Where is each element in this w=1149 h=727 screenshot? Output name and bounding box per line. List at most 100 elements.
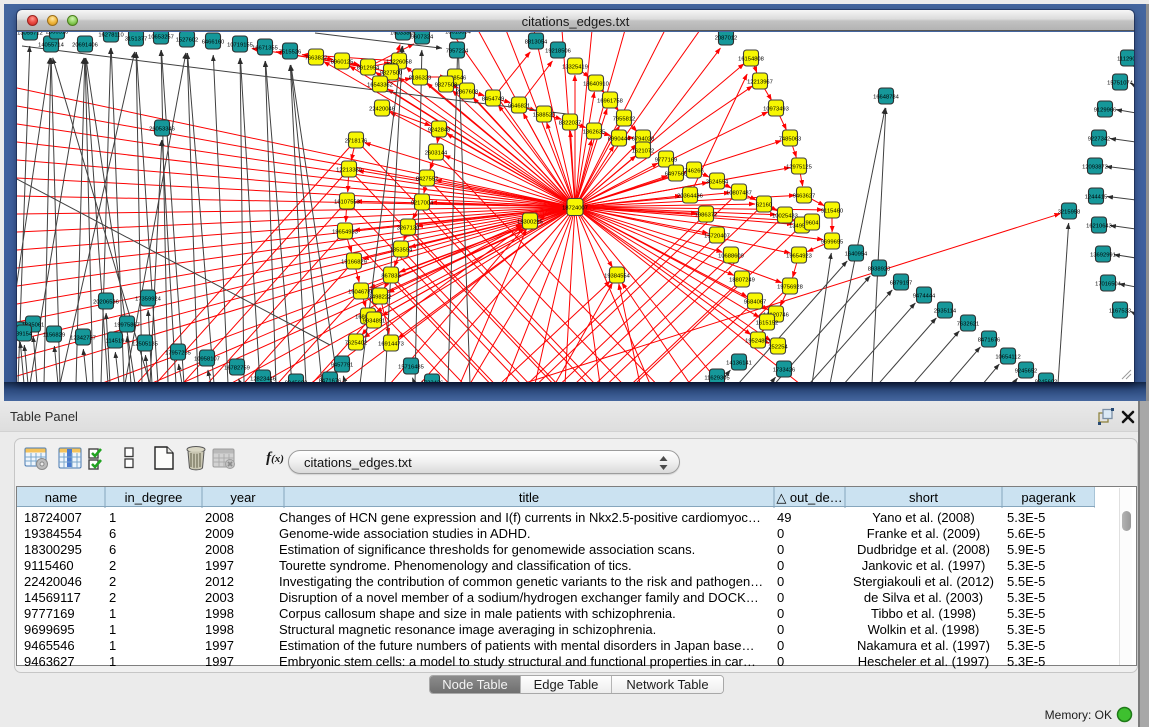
svg-text:18300295: 18300295 [517,219,543,225]
svg-text:20691406: 20691406 [72,42,98,48]
svg-text:12975125: 12975125 [786,164,812,170]
svg-text:1615152: 1615152 [756,320,779,326]
svg-text:9777169: 9777169 [655,157,678,163]
svg-text:8454749: 8454749 [482,96,505,102]
svg-text:7515526: 7515526 [279,49,302,55]
svg-text:2087012: 2087012 [715,35,738,41]
svg-text:7625402: 7625402 [345,340,368,346]
svg-text:8813054: 8813054 [525,39,548,45]
svg-text:8186323: 8186323 [409,75,432,81]
svg-text:114519: 114519 [106,338,125,344]
svg-text:252254: 252254 [768,344,788,350]
svg-text:20206536: 20206536 [93,299,119,305]
svg-text:9474444: 9474444 [913,293,936,299]
svg-text:19756928: 19756928 [777,284,803,290]
svg-text:18807249: 18807249 [729,277,755,283]
svg-text:19524851: 19524851 [745,338,771,344]
svg-text:8427552: 8427552 [416,176,439,182]
svg-text:12213389: 12213389 [336,167,362,173]
svg-text:10973493: 10973493 [763,106,789,112]
svg-text:18613054: 18613054 [445,32,472,35]
svg-text:12505135: 12505135 [132,341,158,347]
svg-text:1733426: 1733426 [421,380,444,382]
svg-text:11629305: 11629305 [704,375,729,381]
svg-text:2718176: 2718176 [345,138,368,144]
svg-text:19975867: 19975867 [114,322,140,328]
svg-text:19384554: 19384554 [604,273,631,279]
svg-text:17957255: 17957255 [165,350,191,356]
svg-text:16154808: 16154808 [738,56,764,62]
svg-text:13692991: 13692991 [1090,252,1116,258]
svg-text:9245602: 9245602 [1035,379,1058,382]
svg-text:3215958: 3215958 [1058,209,1081,215]
svg-text:12823446: 12823446 [250,376,276,382]
svg-text:1112905: 1112905 [1117,56,1134,62]
svg-text:13055712: 13055712 [17,32,43,36]
svg-text:8912954: 8912954 [357,65,380,71]
svg-text:16671355: 16671355 [252,45,278,51]
svg-text:2306510: 2306510 [46,32,69,35]
svg-text:10807487: 10807487 [726,190,752,196]
svg-text:16543362: 16543362 [367,82,393,88]
svg-text:10958107: 10958107 [194,356,220,362]
svg-text:3498222: 3498222 [369,294,392,300]
svg-text:1733426: 1733426 [773,367,796,373]
svg-text:9115460: 9115460 [821,208,843,214]
svg-text:10653257: 10653257 [148,34,174,40]
svg-text:22420046: 22420046 [369,106,395,112]
svg-text:1167533: 1167533 [1109,308,1131,314]
svg-text:2603144: 2603144 [425,150,448,156]
svg-text:20364436: 20364436 [677,193,703,199]
svg-text:19166829: 19166829 [341,259,367,265]
svg-text:9457791: 9457791 [331,362,354,368]
svg-text:9684067: 9684067 [744,299,767,305]
svg-text:2935114: 2935114 [934,308,957,314]
svg-text:9227342: 9227342 [1088,136,1111,142]
svg-text:7485063: 7485063 [779,136,802,142]
svg-text:7955812: 7955812 [613,116,636,122]
svg-text:3151377: 3151377 [125,36,148,42]
svg-text:9934891: 9934891 [363,318,386,324]
svg-text:9129966: 9129966 [1094,107,1117,113]
svg-text:26053346: 26053346 [149,126,175,132]
svg-text:6466160: 6466160 [202,39,225,45]
svg-text:1156829: 1156829 [43,332,65,338]
svg-text:7632621: 7632621 [957,321,980,327]
svg-text:10025433: 10025433 [772,213,798,219]
svg-text:16107553: 16107553 [334,199,360,205]
svg-text:6794028: 6794028 [632,136,655,142]
svg-text:3267130: 3267130 [397,225,420,231]
svg-text:16961758: 16961758 [597,98,623,104]
svg-text:9604: 9604 [806,220,820,226]
svg-text:12093872: 12093872 [1082,164,1108,170]
svg-text:746266: 746266 [684,168,703,174]
svg-text:8960125: 8960125 [331,59,354,65]
svg-text:14055714: 14055714 [38,42,65,48]
svg-text:15716485: 15716485 [398,364,424,370]
svg-text:7663822: 7663822 [305,55,328,61]
svg-text:39154: 39154 [17,331,33,337]
svg-text:1527602: 1527602 [176,37,199,43]
svg-text:12213967: 12213967 [747,79,773,85]
svg-text:1244415: 1244415 [1085,194,1108,200]
svg-text:8471676: 8471676 [978,337,1001,343]
svg-text:1353594: 1353594 [390,247,413,253]
svg-text:62160: 62160 [756,202,772,208]
svg-text:3624554: 3624554 [706,179,729,185]
svg-text:9607324: 9607324 [411,34,434,40]
svg-text:9245652: 9245652 [1015,368,1038,374]
svg-text:16278110: 16278110 [98,32,123,38]
svg-text:8322037: 8322037 [559,120,582,126]
svg-text:1640954: 1640954 [845,251,868,257]
svg-text:2867608: 2867608 [456,89,479,95]
svg-text:17016504: 17016504 [1095,281,1122,287]
svg-text:1362635: 1362635 [583,129,606,135]
svg-text:9245602: 9245602 [285,380,308,382]
svg-text:16782759: 16782759 [224,365,250,371]
svg-text:12342737: 12342737 [70,335,96,341]
svg-text:18724007: 18724007 [562,206,588,212]
svg-text:16210643: 16210643 [1086,223,1112,229]
svg-text:10688609: 10688609 [718,253,744,259]
svg-text:7957224: 7957224 [446,48,469,54]
svg-text:8471676: 8471676 [319,378,342,382]
